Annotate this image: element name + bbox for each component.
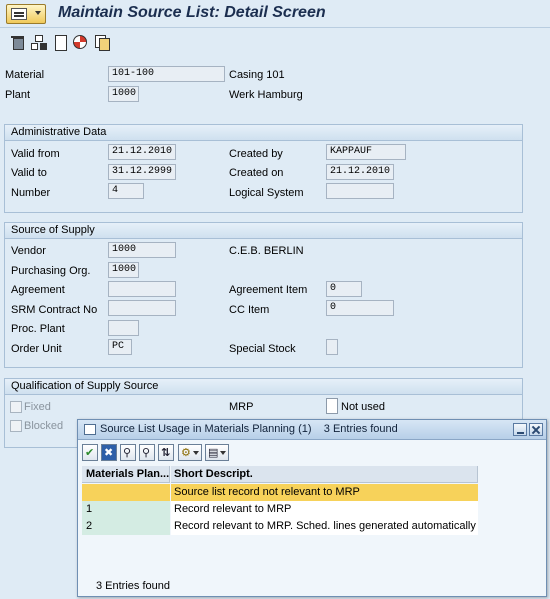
- created-on-label: Created on: [229, 167, 284, 179]
- dialog-entry-count: 3 Entries found: [323, 423, 398, 435]
- copy-icon[interactable]: [95, 35, 110, 51]
- created-on-field[interactable]: 21.12.2010: [326, 164, 394, 180]
- agreement-label: Agreement: [11, 284, 65, 296]
- cancel-button[interactable]: ✖: [101, 444, 117, 461]
- material-field[interactable]: 101-100: [108, 66, 225, 82]
- proc-plant-label: Proc. Plant: [11, 323, 65, 335]
- mrp-description: Not used: [341, 401, 386, 413]
- plant-label: Plant: [5, 89, 31, 101]
- confirm-button[interactable]: ✔: [82, 444, 98, 461]
- created-by-label: Created by: [229, 148, 283, 160]
- special-stock-field[interactable]: [326, 339, 338, 355]
- plant-description: Werk Hamburg: [229, 89, 303, 101]
- binoculars-icon: ⚲: [123, 446, 132, 459]
- close-icon: ✖: [104, 446, 114, 459]
- agreement-field[interactable]: [108, 281, 176, 297]
- table-row[interactable]: Source list record not relevant to MRP: [82, 484, 478, 501]
- agreement-item-label: Agreement Item: [229, 284, 308, 296]
- table-header-row: Materials Plan... Short Descript.: [82, 466, 478, 483]
- order-unit-field[interactable]: PC: [108, 339, 132, 355]
- row-description[interactable]: Record relevant to MRP. Sched. lines gen…: [171, 518, 478, 535]
- plant-field[interactable]: 1000: [108, 86, 139, 102]
- settings-icon: ⚙: [181, 446, 191, 459]
- status-text: 3 Entries found: [96, 580, 170, 592]
- row-code[interactable]: 2: [82, 518, 170, 535]
- sort-icon: ⇅: [161, 446, 171, 459]
- vendor-field[interactable]: 1000: [108, 242, 176, 258]
- valid-to-field[interactable]: 31.12.2999: [108, 164, 176, 180]
- settings-button[interactable]: ⚙: [178, 444, 202, 461]
- logical-system-field[interactable]: [326, 183, 394, 199]
- group-title: Administrative Data: [5, 125, 522, 141]
- group-title: Qualification of Supply Source: [5, 379, 522, 395]
- chevron-down-icon: [220, 451, 226, 455]
- number-label: Number: [11, 187, 51, 199]
- purchasing-org-label: Purchasing Org.: [11, 265, 91, 277]
- hierarchy-icon[interactable]: [31, 35, 45, 50]
- menu-list-icon: [11, 8, 27, 20]
- proc-plant-field[interactable]: [108, 320, 139, 336]
- blocked-checkbox[interactable]: [10, 420, 22, 432]
- logical-system-label: Logical System: [229, 187, 304, 199]
- close-button[interactable]: [529, 423, 543, 436]
- row-code[interactable]: 1: [82, 501, 170, 518]
- mrp-label: MRP: [229, 401, 254, 413]
- find-button[interactable]: ⚲: [120, 444, 136, 461]
- created-by-field[interactable]: KAPPAUF: [326, 144, 406, 160]
- help-lifebuoy-icon[interactable]: [73, 35, 87, 49]
- valid-from-field[interactable]: 21.12.2010: [108, 144, 176, 160]
- row-description[interactable]: Record relevant to MRP: [171, 501, 478, 518]
- dialog-title: Source List Usage in Materials Planning …: [100, 423, 398, 435]
- valid-to-label: Valid to: [11, 167, 47, 179]
- number-field[interactable]: 4: [108, 183, 144, 199]
- mrp-field[interactable]: [326, 398, 338, 414]
- special-stock-label: Special Stock: [229, 343, 296, 355]
- sort-button[interactable]: ⇅: [158, 444, 174, 461]
- column-header-materials-plan[interactable]: Materials Plan...: [82, 466, 170, 483]
- dialog-title-bar: Source List Usage in Materials Planning …: [78, 420, 546, 440]
- column-header-short-descript[interactable]: Short Descript.: [171, 466, 478, 483]
- vendor-label: Vendor: [11, 245, 46, 257]
- cc-item-field[interactable]: 0: [326, 300, 394, 316]
- printer-icon: ▤: [208, 446, 219, 459]
- material-label: Material: [5, 69, 45, 81]
- trash-icon[interactable]: [11, 35, 25, 50]
- page-title: Maintain Source List: Detail Screen: [58, 4, 326, 21]
- cc-item-label: CC Item: [229, 304, 270, 316]
- material-description: Casing 101: [229, 69, 285, 81]
- vendor-description: C.E.B. BERLIN: [229, 245, 304, 257]
- group-title: Source of Supply: [5, 223, 522, 239]
- dialog-title-text: Source List Usage in Materials Planning …: [100, 423, 312, 435]
- check-icon: ✔: [85, 446, 95, 459]
- valid-from-label: Valid from: [11, 148, 60, 160]
- fixed-label: Fixed: [24, 401, 51, 413]
- agreement-item-field[interactable]: 0: [326, 281, 362, 297]
- chevron-down-icon: [193, 451, 199, 455]
- window-icon: [84, 424, 96, 435]
- srm-contract-label: SRM Contract No: [11, 304, 98, 316]
- find-next-button[interactable]: ⚲: [139, 444, 155, 461]
- print-button[interactable]: ▤: [205, 444, 229, 461]
- purchasing-org-field[interactable]: 1000: [108, 262, 139, 278]
- blocked-label: Blocked: [24, 420, 64, 432]
- srm-contract-field[interactable]: [108, 300, 176, 316]
- chevron-down-icon: [35, 11, 41, 15]
- row-description[interactable]: Source list record not relevant to MRP: [171, 484, 478, 501]
- table-row[interactable]: 2 Record relevant to MRP. Sched. lines g…: [82, 518, 478, 535]
- minimize-button[interactable]: [513, 423, 527, 436]
- fixed-checkbox[interactable]: [10, 401, 22, 413]
- order-unit-label: Order Unit: [11, 343, 62, 355]
- binoculars-next-icon: ⚲: [142, 446, 151, 459]
- system-menu-button[interactable]: [6, 4, 46, 24]
- row-code[interactable]: [82, 484, 170, 501]
- value-help-dialog: Source List Usage in Materials Planning …: [77, 419, 547, 597]
- table-row[interactable]: 1 Record relevant to MRP: [82, 501, 478, 518]
- new-document-icon[interactable]: [53, 35, 67, 51]
- application-toolbar: [0, 29, 550, 55]
- title-bar: Maintain Source List: Detail Screen: [0, 0, 550, 28]
